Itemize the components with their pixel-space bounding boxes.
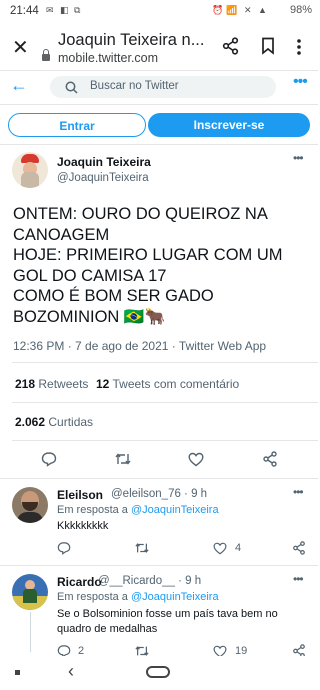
quotes-count: 12 xyxy=(96,377,110,391)
like-icon[interactable] xyxy=(188,452,204,467)
retweet-icon[interactable] xyxy=(114,451,132,467)
browser-url[interactable]: mobile.twitter.com xyxy=(58,51,158,65)
retweets-count: 218 xyxy=(15,377,36,391)
reply-icon[interactable] xyxy=(41,451,57,467)
notification-icon: ⧉ xyxy=(74,5,81,15)
lock-icon xyxy=(42,49,50,61)
author-name[interactable]: Joaquin Teixeira xyxy=(57,155,151,169)
tweet-timestamp[interactable]: 12:36 PM · 7 de ago de 2021 · Twitter We… xyxy=(13,339,266,353)
browser-title[interactable]: Joaquin Teixeira n... xyxy=(58,31,208,50)
system-nav-bar: ‹ xyxy=(0,656,318,690)
wifi-icon: 📶 xyxy=(226,5,238,15)
reply-author-handle[interactable]: @eleilson_76 · 9 h xyxy=(111,488,207,500)
reply-author-name[interactable]: Eleilson xyxy=(57,488,103,502)
share-icon[interactable] xyxy=(262,451,278,467)
likes-stat[interactable]: 2.062 Curtidas xyxy=(15,415,93,429)
tweet-text: ONTEM: OURO DO QUEIROZ NA CANOAGEM HOJE:… xyxy=(13,205,283,326)
reply-tweet[interactable]: Eleilson @eleilson_76 · 9 h ••• Em respo… xyxy=(0,479,318,565)
twitter-header: ← Buscar no Twitter ••• xyxy=(0,71,318,103)
like-count: 4 xyxy=(235,542,242,554)
likes-label: Curtidas xyxy=(48,415,94,429)
reply-menu-icon[interactable]: ••• xyxy=(293,572,304,586)
reply-author-name[interactable]: Ricardo xyxy=(57,575,102,589)
back-arrow-icon[interactable]: ← xyxy=(10,75,28,96)
like-icon[interactable] xyxy=(213,542,227,555)
reply-text: Kkkkkkkkk xyxy=(57,520,109,532)
alarm-icon: ⏰ xyxy=(212,5,224,15)
notification-icon: ◧ xyxy=(60,5,69,15)
author-handle[interactable]: @JoaquinTeixeira xyxy=(57,172,149,184)
back-icon[interactable]: ‹ xyxy=(68,661,74,682)
status-bar: 21:44 ✉ ◧ ⧉ ⏰ 📶 ✕ ▲ 98% xyxy=(0,0,318,24)
divider xyxy=(12,402,318,403)
share-icon[interactable] xyxy=(292,541,306,555)
avatar[interactable] xyxy=(12,152,48,188)
mute-icon: ✕ xyxy=(244,5,252,15)
bookmark-icon[interactable] xyxy=(261,37,275,55)
reply-to-link[interactable]: @JoaquinTeixeira xyxy=(131,504,219,516)
search-placeholder: Buscar no Twitter xyxy=(90,80,179,92)
login-button[interactable]: Entrar xyxy=(8,113,146,137)
retweets-label: Retweets xyxy=(38,377,89,391)
more-horizontal-icon[interactable]: ••• xyxy=(293,73,308,91)
reply-context: Em resposta a @JoaquinTeixeira xyxy=(57,591,219,603)
reply-author-handle[interactable]: @__Ricardo__ · 9 h xyxy=(98,575,201,587)
reply-prefix: Em resposta a xyxy=(57,591,128,603)
reply-menu-icon[interactable]: ••• xyxy=(293,485,304,499)
retweets-stat[interactable]: 218 Retweets xyxy=(15,377,88,391)
reply-to-link[interactable]: @JoaquinTeixeira xyxy=(131,591,219,603)
battery-level: 98% xyxy=(290,4,313,16)
notification-icon: ✉ xyxy=(46,5,54,15)
more-vert-icon[interactable] xyxy=(296,38,302,56)
search-icon xyxy=(65,81,78,94)
reply-text: Se o Bolsominion fosse um país tava bem … xyxy=(57,608,278,635)
divider xyxy=(12,440,318,441)
signal-icon: ▲ xyxy=(258,5,267,15)
status-time: 21:44 xyxy=(10,5,39,17)
thread-line xyxy=(30,612,31,652)
recents-icon[interactable] xyxy=(15,670,20,675)
home-icon[interactable] xyxy=(146,666,170,678)
reply-prefix: Em resposta a xyxy=(57,504,128,516)
share-icon[interactable] xyxy=(222,37,240,55)
quotes-label: Tweets com comentário xyxy=(112,377,240,391)
tweet-menu-icon[interactable]: ••• xyxy=(293,151,304,165)
browser-toolbar: ✕ Joaquin Teixeira n... mobile.twitter.c… xyxy=(0,24,318,71)
quotes-stat[interactable]: 12 Tweets com comentário xyxy=(96,377,239,391)
avatar[interactable] xyxy=(12,487,48,523)
retweet-icon[interactable] xyxy=(134,541,150,555)
avatar[interactable] xyxy=(12,574,48,610)
divider xyxy=(0,104,318,105)
divider xyxy=(12,362,318,363)
reply-icon[interactable] xyxy=(57,541,71,555)
reply-context: Em resposta a @JoaquinTeixeira xyxy=(57,504,219,516)
reply-tweet[interactable]: Ricardo @__Ricardo__ · 9 h ••• Em respos… xyxy=(0,566,318,658)
signup-button[interactable]: Inscrever-se xyxy=(148,113,310,137)
divider xyxy=(0,144,318,145)
search-input[interactable]: Buscar no Twitter xyxy=(50,76,276,98)
likes-count: 2.062 xyxy=(15,415,46,429)
close-icon[interactable]: ✕ xyxy=(12,35,29,60)
